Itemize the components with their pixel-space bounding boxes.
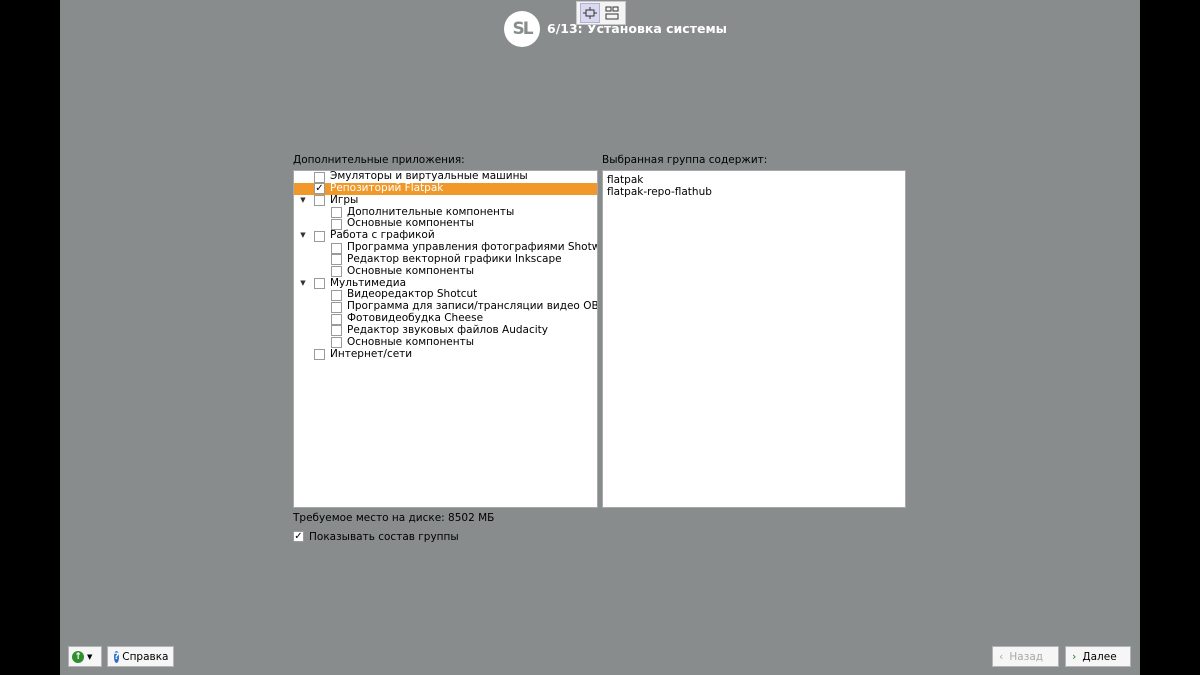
help-button[interactable]: ? Справка	[107, 646, 174, 667]
expand-arrow-icon[interactable]: ▼	[298, 278, 308, 290]
expand-arrow-icon[interactable]: ▼	[298, 230, 308, 242]
group-contents-label: Выбранная группа содержит:	[602, 154, 768, 166]
tree-row-label: Основные компоненты	[347, 264, 475, 277]
arrow-up-icon: ↑	[72, 650, 84, 663]
tree-checkbox[interactable]	[331, 301, 342, 313]
tree-checkbox[interactable]	[331, 207, 342, 219]
step-title: 6/13: Установка системы	[547, 21, 727, 36]
tree-row-label: Репозиторий Flatpak	[330, 181, 444, 194]
installer-screen: SL 6/13: Установка системы Дополнительны…	[60, 0, 1140, 675]
show-group-label: Показывать состав группы	[309, 530, 459, 543]
tree-checkbox[interactable]	[314, 278, 325, 290]
next-button[interactable]: › Далее	[1065, 646, 1131, 667]
tree-row-label: Редактор векторной графики Inkscape	[347, 252, 562, 265]
tree-row-label: Игры	[330, 193, 359, 206]
tree-checkbox[interactable]	[331, 254, 342, 266]
tree-row[interactable]: Основные компоненты	[294, 264, 597, 278]
show-group-checkbox[interactable]: ✓	[293, 531, 304, 542]
tree-row[interactable]: ✓ Репозиторий Flatpak	[294, 181, 597, 195]
tree-checkbox[interactable]	[331, 313, 342, 325]
chevron-left-icon: ‹	[999, 650, 1004, 663]
group-contents-list: flatpak flatpak-repo-flathub	[602, 170, 906, 508]
tree-row[interactable]: ▼ Игры	[294, 193, 597, 207]
tree-checkbox[interactable]	[331, 218, 342, 230]
tree-row-label: Основные компоненты	[347, 335, 475, 348]
tree-checkbox[interactable]	[331, 337, 342, 349]
apps-tree[interactable]: Эмуляторы и виртуальные машины ✓ Репозитор…	[293, 170, 598, 508]
tree-checkbox[interactable]	[314, 230, 325, 242]
layout-toolbar	[576, 1, 626, 25]
back-button[interactable]: ‹ Назад	[992, 646, 1059, 667]
layout-grid-button[interactable]	[602, 3, 622, 23]
help-icon: ?	[114, 650, 120, 663]
tree-checkbox[interactable]: ✓	[314, 183, 325, 195]
tree-checkbox[interactable]	[331, 289, 342, 301]
tree-checkbox[interactable]	[331, 266, 342, 278]
expand-arrow-icon[interactable]: ▼	[298, 195, 308, 207]
tree-row-label: Интернет/сети	[330, 347, 413, 360]
chevron-right-icon: ›	[1072, 650, 1077, 663]
tree-row[interactable]: Основные компоненты	[294, 335, 597, 349]
tree-checkbox[interactable]	[331, 325, 342, 337]
disk-space-label: Требуемое место на диске: 8502 МБ	[293, 512, 495, 524]
list-item: flatpak	[607, 174, 644, 186]
additional-apps-label: Дополнительные приложения:	[293, 154, 465, 166]
tree-checkbox[interactable]	[331, 242, 342, 254]
list-item: flatpak-repo-flathub	[607, 186, 712, 198]
tree-row[interactable]: Интернет/сети	[294, 347, 597, 361]
tree-checkbox[interactable]	[314, 349, 325, 361]
logo: SL	[504, 11, 540, 47]
tree-checkbox[interactable]	[314, 195, 325, 207]
tree-checkbox[interactable]	[314, 171, 325, 183]
layout-icon	[605, 6, 619, 20]
show-group-toggle[interactable]: ✓ Показывать состав группы	[293, 530, 459, 543]
move-icon	[582, 7, 597, 19]
keyboard-layout-button[interactable]: ↑ ▼	[68, 646, 102, 667]
tree-row[interactable]: Редактор векторной графики Inkscape	[294, 252, 597, 266]
dropdown-arrow-icon: ▼	[87, 652, 93, 661]
layout-compact-button[interactable]	[579, 3, 600, 23]
